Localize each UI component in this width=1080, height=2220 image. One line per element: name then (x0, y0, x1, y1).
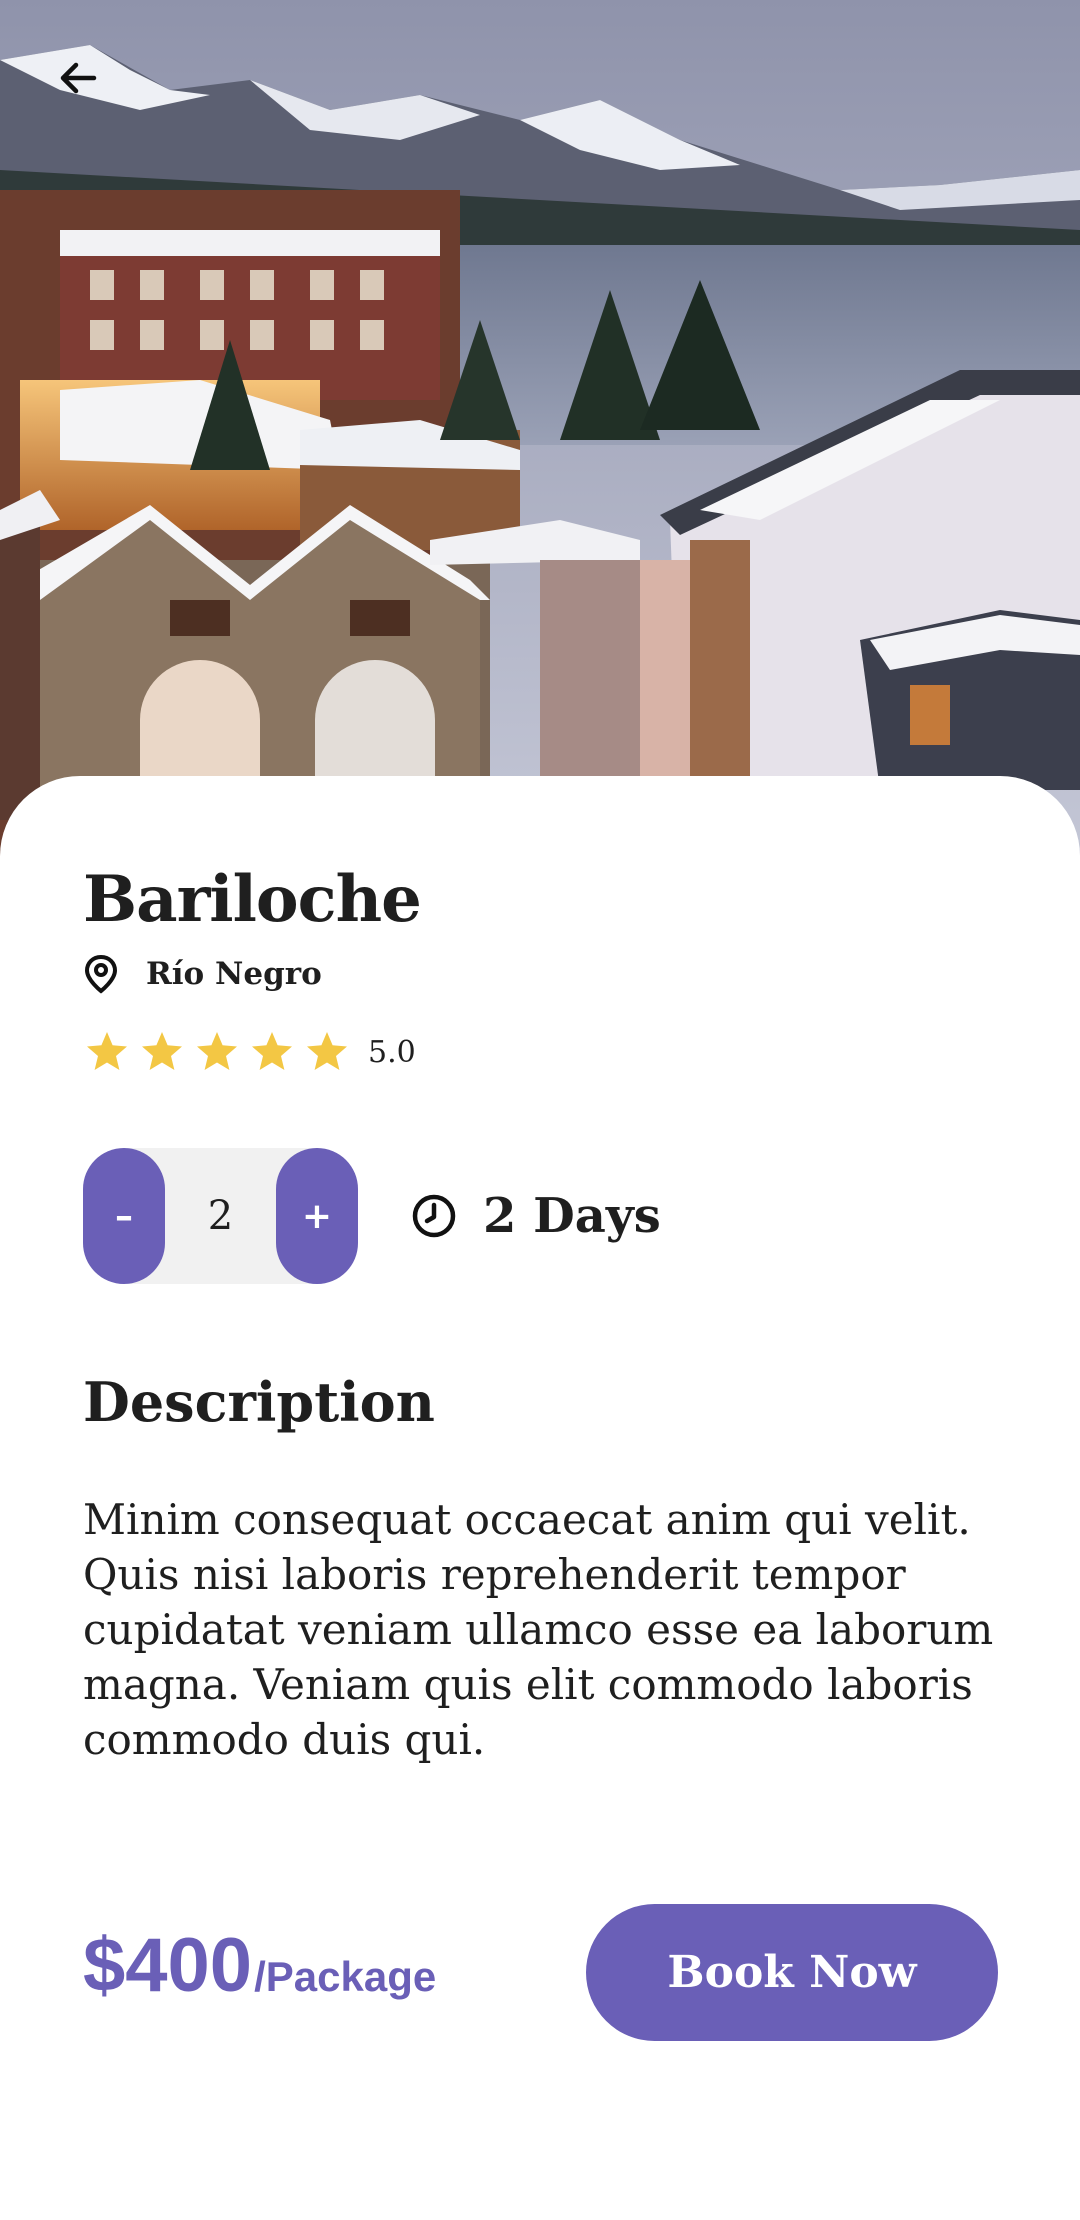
quantity-value: 2 (207, 1193, 234, 1239)
star-icon (248, 1028, 296, 1076)
clock-icon (410, 1192, 458, 1240)
description-body: Minim consequat occaecat anim qui velit.… (83, 1495, 994, 1764)
rating-value: 5.0 (368, 1034, 416, 1070)
price-unit: /Package (254, 1953, 437, 2000)
rating-row: 5.0 (83, 1028, 416, 1076)
duration-label: 2 Days (483, 1188, 661, 1244)
duration-row: 2 Days (410, 1182, 661, 1250)
quantity-stepper: – 2 + (83, 1148, 358, 1284)
star-icon (83, 1028, 131, 1076)
location-label: Río Negro (146, 956, 322, 992)
hero-image (0, 0, 1080, 880)
description-heading: Description (83, 1370, 435, 1434)
price-amount: $400 (83, 1923, 253, 2008)
map-pin-icon (83, 954, 119, 994)
hero-photo-illustration (0, 0, 1080, 880)
star-icon (138, 1028, 186, 1076)
book-now-button[interactable]: Book Now (586, 1904, 998, 2041)
decrement-button[interactable]: – (83, 1148, 165, 1284)
location-row: Río Negro (83, 952, 322, 996)
destination-title: Bariloche (83, 862, 422, 937)
star-icon (303, 1028, 351, 1076)
arrow-left-icon (60, 62, 97, 94)
increment-button[interactable]: + (275, 1148, 358, 1284)
price: $400 /Package (83, 1922, 436, 2009)
back-button[interactable] (40, 40, 116, 116)
star-icon (193, 1028, 241, 1076)
